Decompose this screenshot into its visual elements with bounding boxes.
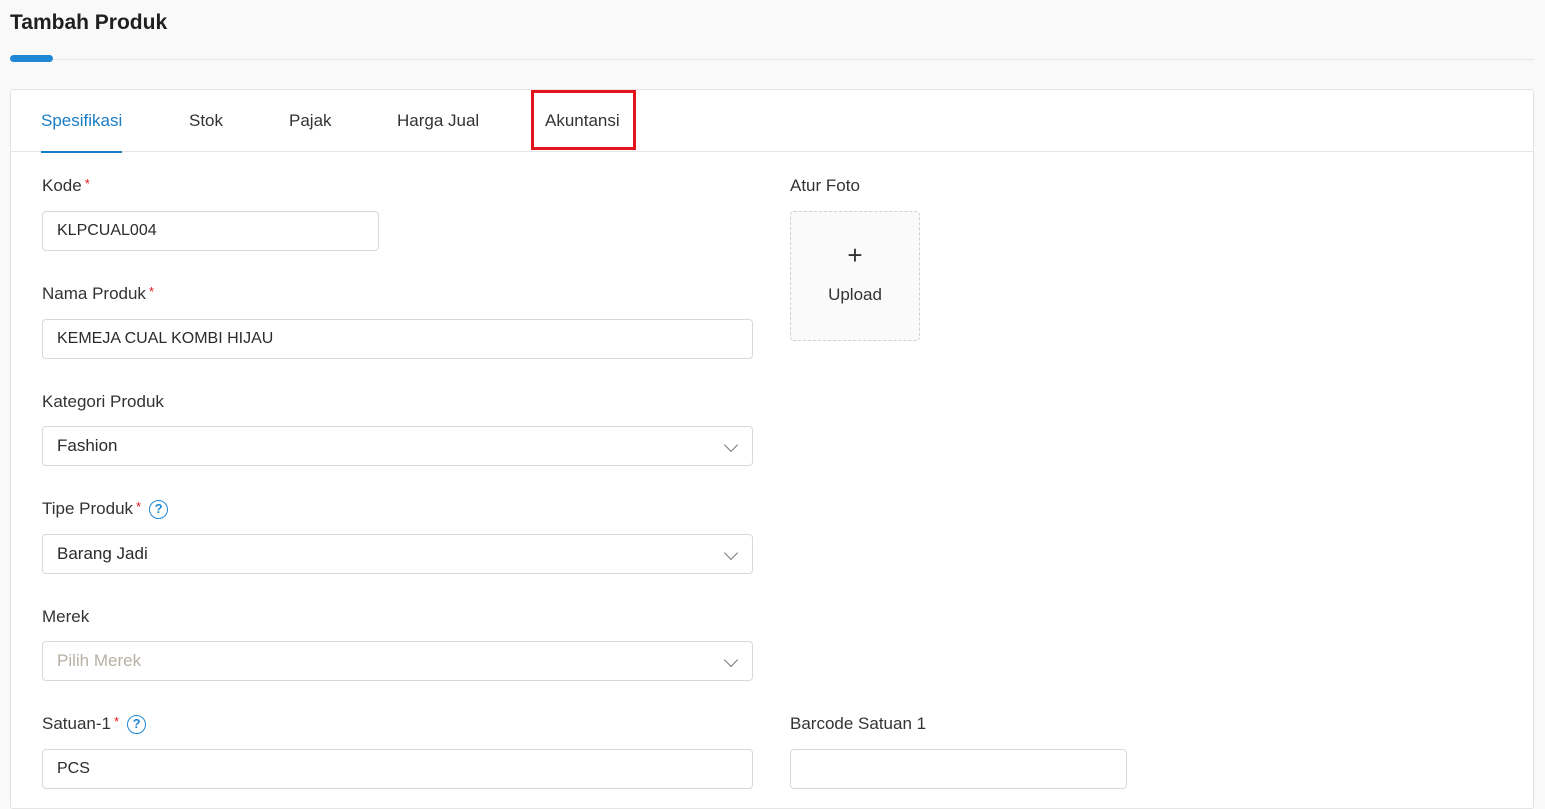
tab-harga-jual[interactable]: Harga Jual bbox=[397, 90, 479, 152]
chevron-down-icon bbox=[723, 652, 739, 668]
required-mark: * bbox=[136, 499, 142, 514]
help-circle-icon[interactable]: ? bbox=[149, 500, 169, 520]
product-form-card: Spesifikasi Stok Pajak Harga Jual Akunta… bbox=[10, 89, 1534, 809]
satuan-1-label: Satuan-1 *? bbox=[42, 714, 147, 735]
tipe-produk-label: Tipe Produk *? bbox=[42, 499, 169, 520]
satuan-1-input[interactable] bbox=[42, 749, 753, 789]
merek-select[interactable]: Pilih Merek bbox=[42, 641, 753, 681]
photo-upload-button[interactable]: + Upload bbox=[790, 211, 920, 341]
kode-input[interactable] bbox=[42, 211, 379, 251]
title-divider bbox=[10, 59, 1534, 60]
nama-produk-label: Nama Produk * bbox=[42, 284, 154, 304]
upload-label: Upload bbox=[828, 285, 882, 304]
help-circle-icon[interactable]: ? bbox=[127, 715, 147, 735]
nama-produk-input[interactable] bbox=[42, 319, 753, 359]
kategori-produk-value: Fashion bbox=[57, 436, 118, 455]
required-mark: * bbox=[84, 176, 90, 191]
chevron-down-icon bbox=[723, 437, 739, 453]
merek-label: Merek bbox=[42, 607, 90, 626]
kode-label: Kode * bbox=[42, 176, 90, 196]
merek-placeholder: Pilih Merek bbox=[57, 651, 142, 670]
chevron-down-icon bbox=[723, 545, 739, 561]
tipe-produk-label-text: Tipe Produk bbox=[42, 499, 134, 518]
tab-bar: Spesifikasi Stok Pajak Harga Jual Akunta… bbox=[11, 90, 1533, 153]
tab-stok[interactable]: Stok bbox=[189, 90, 223, 152]
barcode-satuan-1-input[interactable] bbox=[790, 749, 1127, 789]
required-mark: * bbox=[114, 714, 120, 729]
plus-icon: + bbox=[847, 240, 863, 270]
kode-label-text: Kode bbox=[42, 176, 82, 195]
barcode-satuan-1-label: Barcode Satuan 1 bbox=[790, 714, 927, 733]
satuan-1-label-text: Satuan-1 bbox=[42, 714, 111, 733]
tab-pajak[interactable]: Pajak bbox=[289, 90, 332, 152]
atur-foto-label: Atur Foto bbox=[790, 176, 860, 195]
tipe-produk-value: Barang Jadi bbox=[57, 544, 148, 563]
tab-akuntansi-highlight-box bbox=[531, 90, 636, 150]
tab-spesifikasi[interactable]: Spesifikasi bbox=[41, 90, 123, 153]
kategori-produk-label: Kategori Produk bbox=[42, 392, 164, 411]
tipe-produk-select[interactable]: Barang Jadi bbox=[42, 534, 753, 574]
page-title: Tambah Produk bbox=[10, 11, 168, 34]
kategori-produk-select[interactable]: Fashion bbox=[42, 426, 753, 466]
nama-produk-label-text: Nama Produk bbox=[42, 284, 146, 303]
required-mark: * bbox=[148, 284, 154, 299]
title-accent-bar bbox=[10, 55, 53, 62]
